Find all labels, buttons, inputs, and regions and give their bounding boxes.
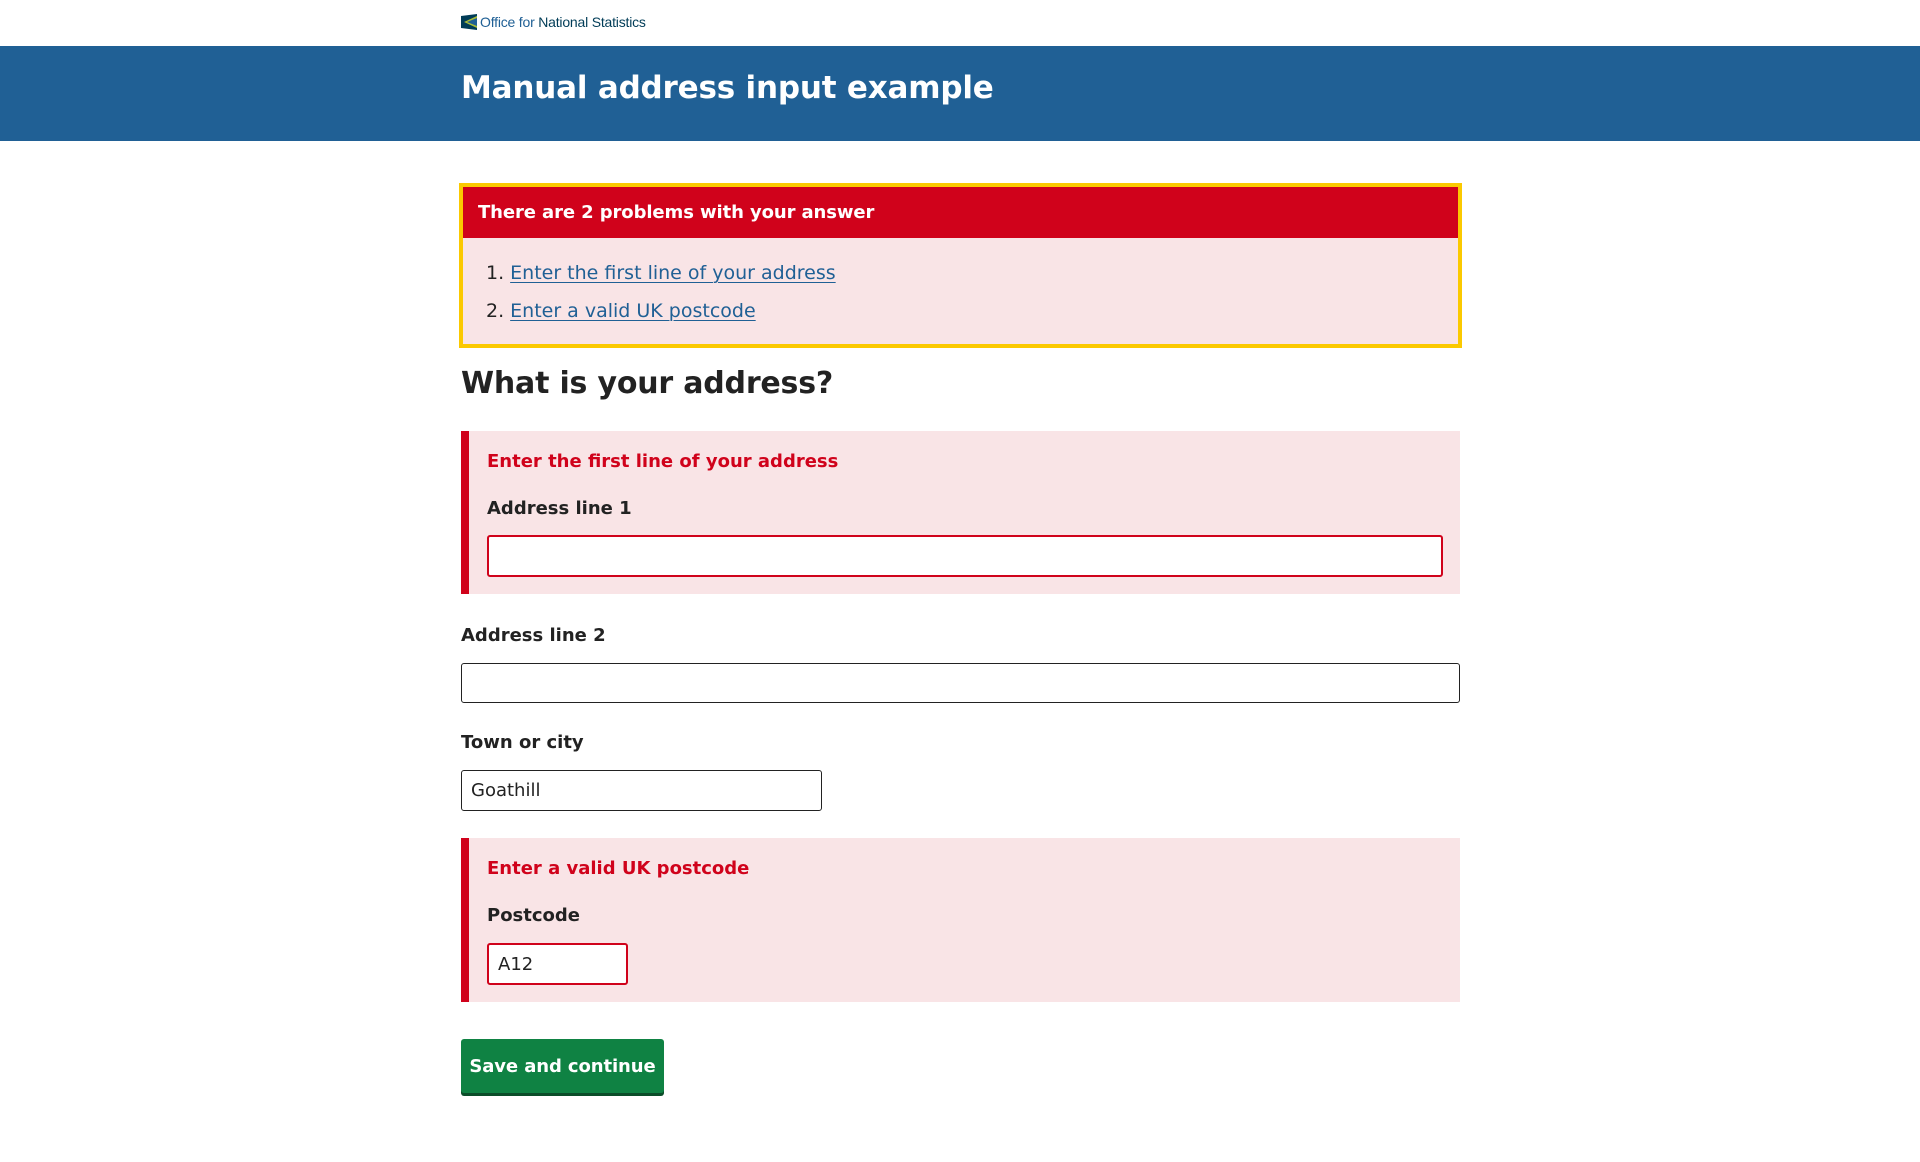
logo-text: Office for National Statistics — [480, 14, 646, 30]
page-header: Manual address input example — [0, 46, 1920, 141]
save-and-continue-button[interactable]: Save and continue — [461, 1039, 664, 1093]
logo-text-regular: Office for — [480, 14, 535, 30]
address-line1-label: Address line 1 — [487, 498, 632, 519]
top-bar: Office for National Statistics — [0, 0, 1920, 46]
error-summary-title: There are 2 problems with your answer — [478, 202, 875, 223]
address-line2-group: Address line 2 — [461, 624, 1460, 703]
error-summary-item: 1. Enter the first line of your address — [486, 254, 1458, 292]
error-link-postcode[interactable]: Enter a valid UK postcode — [510, 292, 756, 330]
ons-logo-icon — [461, 14, 477, 30]
page-title: Manual address input example — [461, 70, 994, 106]
error-item-number: 1. — [486, 262, 505, 284]
address-line1-error-group: Enter the first line of your address Add… — [461, 431, 1460, 594]
error-item-number: 2. — [486, 300, 505, 322]
town-input[interactable]: Goathill — [461, 770, 822, 811]
main-content: There are 2 problems with your answer 1.… — [459, 183, 1462, 1093]
postcode-error-message: Enter a valid UK postcode — [487, 858, 750, 879]
error-summary-list: 1. Enter the first line of your address … — [463, 238, 1458, 344]
town-label: Town or city — [461, 732, 584, 753]
error-summary-panel: There are 2 problems with your answer 1.… — [459, 183, 1462, 348]
postcode-error-group: Enter a valid UK postcode Postcode A12 — [461, 838, 1460, 1002]
address-line1-input[interactable] — [487, 535, 1443, 577]
address-line1-error-message: Enter the first line of your address — [487, 451, 839, 472]
error-summary-item: 2. Enter a valid UK postcode — [486, 292, 1458, 330]
address-line2-label: Address line 2 — [461, 625, 606, 646]
error-summary-header: There are 2 problems with your answer — [463, 187, 1458, 238]
error-link-address-line1[interactable]: Enter the first line of your address — [510, 254, 836, 292]
ons-logo[interactable]: Office for National Statistics — [461, 14, 646, 30]
question-title: What is your address? — [461, 366, 834, 401]
logo-text-bold: National Statistics — [538, 14, 646, 30]
address-line2-input[interactable] — [461, 663, 1460, 703]
postcode-label: Postcode — [487, 905, 581, 926]
postcode-input[interactable]: A12 — [487, 943, 628, 985]
town-group: Town or city Goathill — [461, 731, 1460, 811]
